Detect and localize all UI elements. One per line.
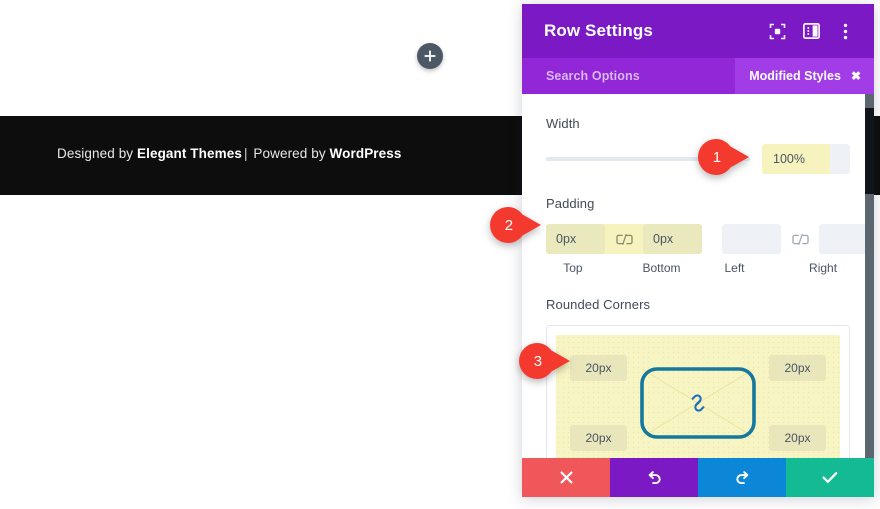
rounded-corners-canvas: 20px 20px 20px 20px [556, 335, 840, 458]
padding-right-label: Right [809, 261, 838, 275]
save-button[interactable] [786, 458, 874, 497]
panel-action-bar [522, 458, 874, 497]
rounded-corners-label: Rounded Corners [546, 297, 651, 312]
credit-separator: | [243, 146, 248, 161]
search-input[interactable]: Search Options [546, 69, 640, 83]
padding-top-label: Top [563, 261, 583, 275]
rounded-corners-field-group: Rounded Corners 20px 20px 20px 20px [546, 297, 850, 458]
padding-left-input[interactable] [722, 224, 781, 254]
corner-top-left-input[interactable]: 20px [570, 355, 627, 381]
credit-middle: Powered by [249, 146, 330, 161]
padding-labels-row: Top Bottom Left Right [546, 261, 850, 275]
width-value: 100% [773, 152, 805, 166]
focus-target-icon[interactable] [768, 22, 786, 40]
corner-bottom-left-input[interactable]: 20px [570, 425, 627, 451]
padding-top-value: 0px [556, 232, 577, 246]
search-options-bar[interactable]: Search Options Modified Styles ✖ [522, 58, 874, 94]
corner-bottom-right-input[interactable]: 20px [769, 425, 826, 451]
corner-bottom-left-value: 20px [585, 431, 612, 445]
corner-top-left-value: 20px [585, 361, 612, 375]
corner-preview-box [640, 367, 756, 439]
credit-prefix: Designed by [57, 146, 137, 161]
padding-inputs-row: 0px 0px [546, 224, 874, 254]
close-icon [560, 471, 573, 484]
padding-left-label: Left [724, 261, 745, 275]
corner-top-right-value: 20px [784, 361, 811, 375]
undo-button[interactable] [610, 458, 698, 497]
corner-bottom-right-value: 20px [784, 431, 811, 445]
padding-field-group: Padding 0px 0px Top Bottom Left Right [546, 196, 874, 275]
width-input[interactable]: 100% [762, 144, 850, 174]
panel-body: Width 100% Padding 0px 0px Top Bottom Le… [522, 94, 874, 458]
padding-bottom-input[interactable]: 0px [643, 224, 702, 254]
panel-scrollbar[interactable] [865, 94, 874, 458]
padding-label: Padding [546, 196, 595, 211]
credit-brand-elegant-themes: Elegant Themes [137, 146, 242, 161]
panel-header-icons [768, 22, 854, 40]
padding-top-input[interactable]: 0px [546, 224, 605, 254]
padding-bottom-value: 0px [653, 232, 674, 246]
width-slider[interactable] [546, 157, 750, 161]
padding-top-bottom-pair: 0px 0px [546, 224, 702, 254]
broken-link-icon-2[interactable] [781, 233, 819, 245]
close-icon[interactable]: ✖ [851, 70, 861, 82]
redo-button[interactable] [698, 458, 786, 497]
panel-scrollbar-thumb[interactable] [865, 108, 874, 194]
check-icon [822, 471, 838, 484]
corner-top-right-input[interactable]: 20px [769, 355, 826, 381]
panel-header: Row Settings [522, 4, 874, 58]
rounded-corners-frame: 20px 20px 20px 20px [546, 325, 850, 458]
layout-panel-icon[interactable] [802, 22, 820, 40]
credit-brand-wordpress: WordPress [329, 146, 402, 161]
row-settings-panel: Row Settings Search Options Modified Sty… [522, 4, 874, 497]
link-icon [691, 394, 705, 412]
more-vertical-icon[interactable] [836, 22, 854, 40]
width-field-group: Width 100% [546, 116, 850, 174]
screenshot-root: Designed by Elegant Themes | Powered by W… [0, 0, 880, 509]
padding-bottom-label: Bottom [642, 261, 681, 275]
panel-title: Row Settings [544, 21, 653, 40]
modified-styles-label: Modified Styles [749, 69, 841, 83]
padding-left-right-pair [722, 224, 874, 254]
width-label: Width [546, 116, 580, 131]
broken-link-icon[interactable] [605, 233, 643, 245]
plus-icon [424, 50, 436, 62]
footer-credit: Designed by Elegant Themes | Powered by W… [57, 146, 401, 161]
cancel-button[interactable] [522, 458, 610, 497]
add-row-button[interactable] [417, 43, 443, 69]
width-control-row: 100% [546, 144, 850, 174]
redo-icon [735, 470, 750, 485]
modified-styles-badge[interactable]: Modified Styles ✖ [735, 58, 874, 94]
undo-icon [647, 470, 662, 485]
